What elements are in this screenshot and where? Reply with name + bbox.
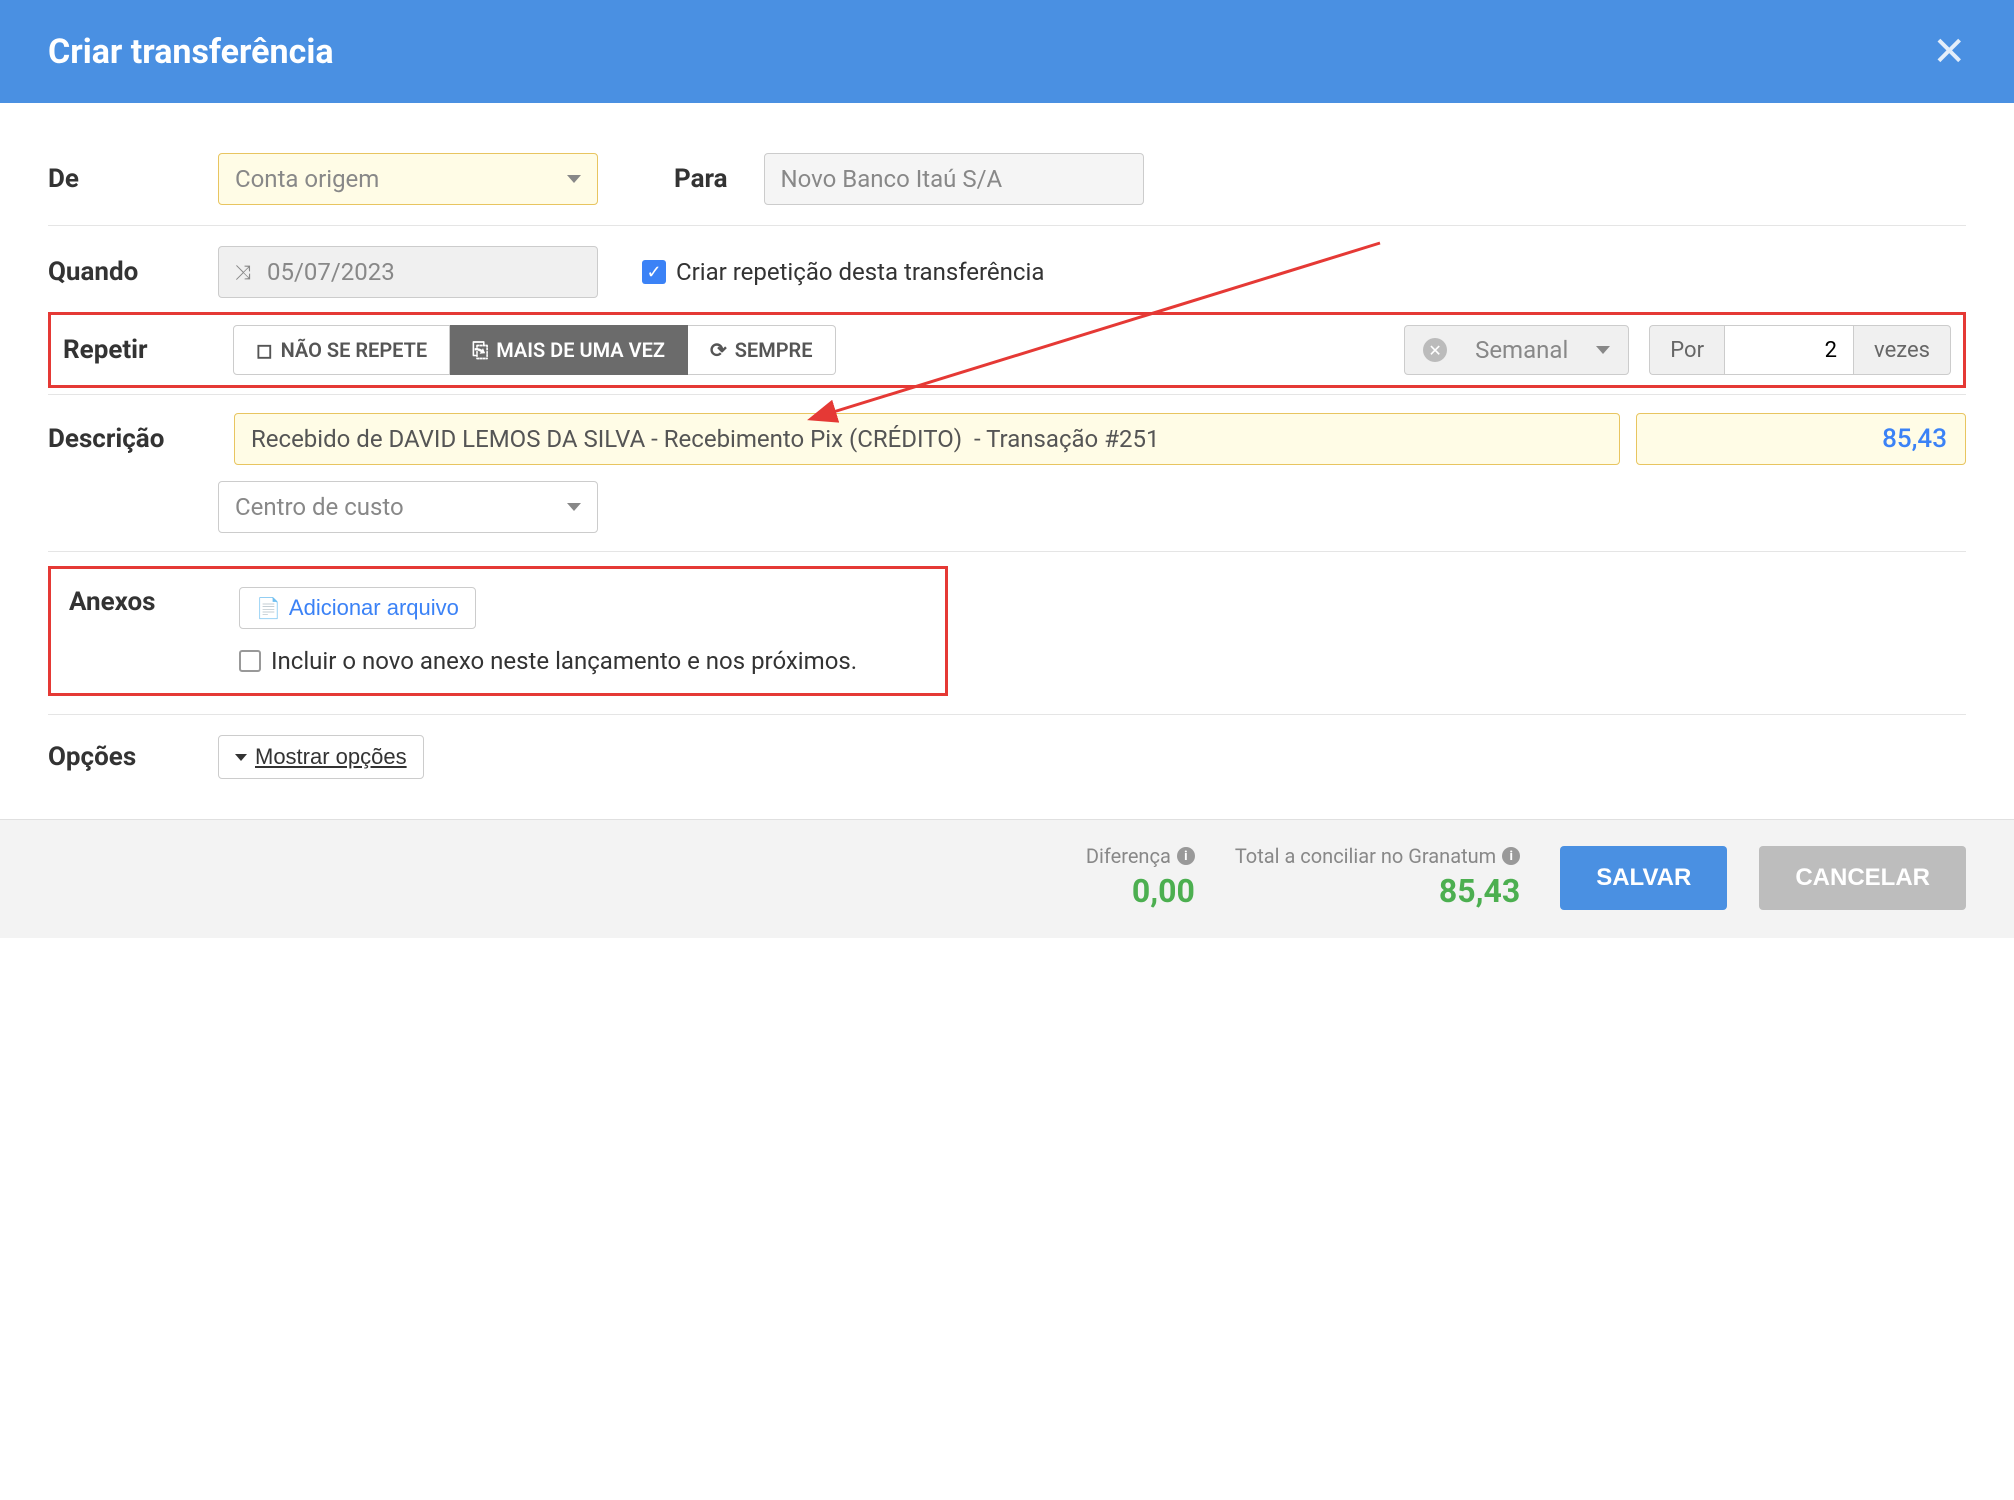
difference-value: 0,00 — [1086, 872, 1195, 910]
label-de: De — [48, 164, 218, 194]
close-icon[interactable]: ✕ — [1932, 28, 1966, 75]
source-account-select[interactable]: Conta origem — [218, 153, 598, 205]
label-quando: Quando — [48, 257, 218, 287]
label-anexos: Anexos — [69, 587, 239, 617]
shuffle-icon: ⤨ — [235, 260, 251, 284]
vezes-suffix: vezes — [1854, 325, 1951, 375]
save-button[interactable]: SALVAR — [1560, 846, 1727, 910]
create-transfer-modal: Criar transferência ✕ De Conta origem Pa… — [0, 0, 2014, 938]
show-options-button[interactable]: Mostrar opções — [218, 735, 424, 779]
add-file-button[interactable]: 📄 Adicionar arquivo — [239, 587, 476, 629]
chevron-down-icon — [567, 503, 581, 511]
total-value: 85,43 — [1235, 872, 1520, 910]
file-icon: ◻ — [256, 338, 273, 362]
repeat-none-button[interactable]: ◻ NÃO SE REPETE — [233, 325, 450, 375]
repeat-always-button[interactable]: ⟳ SEMPRE — [688, 325, 836, 375]
destination-account-select[interactable]: Novo Banco Itaú S/A — [764, 153, 1144, 205]
row-when: Quando ⤨ 05/07/2023 ✓ Criar repetição de… — [48, 226, 1966, 306]
frequency-value: Semanal — [1475, 336, 1568, 364]
chevron-down-icon — [235, 754, 247, 761]
cost-center-placeholder: Centro de custo — [235, 493, 404, 521]
description-input[interactable] — [251, 425, 1603, 453]
file-icon: 📄 — [256, 596, 281, 621]
repeat-multi-button[interactable]: ⎘ MAIS DE UMA VEZ — [450, 325, 688, 375]
cost-center-select[interactable]: Centro de custo — [218, 481, 598, 533]
repeat-highlight-box: Repetir ◻ NÃO SE REPETE ⎘ MAIS DE UMA VE… — [48, 312, 1966, 388]
copy-icon: ⎘ — [472, 338, 488, 362]
include-attachment-checkbox[interactable]: Incluir o novo anexo neste lançamento e … — [239, 647, 857, 675]
date-value: 05/07/2023 — [267, 258, 581, 286]
times-input[interactable] — [1724, 325, 1854, 375]
source-account-placeholder: Conta origem — [235, 165, 379, 193]
repeat-checkbox-label: Criar repetição desta transferência — [676, 258, 1044, 286]
modal-title: Criar transferência — [48, 32, 334, 72]
label-descricao: Descrição — [48, 424, 218, 454]
checkbox-unchecked-icon — [239, 650, 261, 672]
frequency-select[interactable]: ✕ Semanal — [1404, 325, 1629, 375]
amount-input[interactable] — [1636, 413, 1966, 465]
difference-stat: Diferença i 0,00 — [1086, 844, 1195, 910]
refresh-icon: ⟳ — [710, 338, 727, 362]
checkbox-checked-icon: ✓ — [642, 260, 666, 284]
repeat-checkbox-wrap[interactable]: ✓ Criar repetição desta transferência — [642, 258, 1044, 286]
cancel-button[interactable]: CANCELAR — [1759, 846, 1966, 910]
row-accounts: De Conta origem Para Novo Banco Itaú S/A — [48, 133, 1966, 226]
row-repeat: Repetir ◻ NÃO SE REPETE ⎘ MAIS DE UMA VE… — [63, 325, 1951, 375]
total-stat: Total a conciliar no Granatum i 85,43 — [1235, 844, 1520, 910]
row-description: Descrição Centro de custo — [48, 395, 1966, 552]
info-icon[interactable]: i — [1502, 847, 1520, 865]
label-para: Para — [674, 164, 728, 194]
label-repetir: Repetir — [63, 335, 233, 365]
repeat-segmented-control: ◻ NÃO SE REPETE ⎘ MAIS DE UMA VEZ ⟳ SEMP… — [233, 325, 836, 375]
modal-header: Criar transferência ✕ — [0, 0, 2014, 103]
por-prefix: Por — [1649, 325, 1724, 375]
chevron-down-icon — [567, 175, 581, 183]
chevron-down-icon — [1596, 346, 1610, 354]
modal-footer: Diferença i 0,00 Total a conciliar no Gr… — [0, 819, 2014, 938]
info-icon[interactable]: i — [1177, 847, 1195, 865]
times-input-group: Por vezes — [1649, 325, 1951, 375]
row-options: Opções Mostrar opções — [48, 715, 1966, 799]
attachments-highlight-box: Anexos 📄 Adicionar arquivo Incluir o nov… — [48, 566, 948, 696]
clear-icon[interactable]: ✕ — [1423, 338, 1447, 362]
label-opcoes: Opções — [48, 742, 218, 772]
destination-account-value: Novo Banco Itaú S/A — [781, 165, 1003, 193]
description-input-wrap[interactable] — [234, 413, 1620, 465]
modal-body: De Conta origem Para Novo Banco Itaú S/A… — [0, 103, 2014, 819]
date-input[interactable]: ⤨ 05/07/2023 — [218, 246, 598, 298]
